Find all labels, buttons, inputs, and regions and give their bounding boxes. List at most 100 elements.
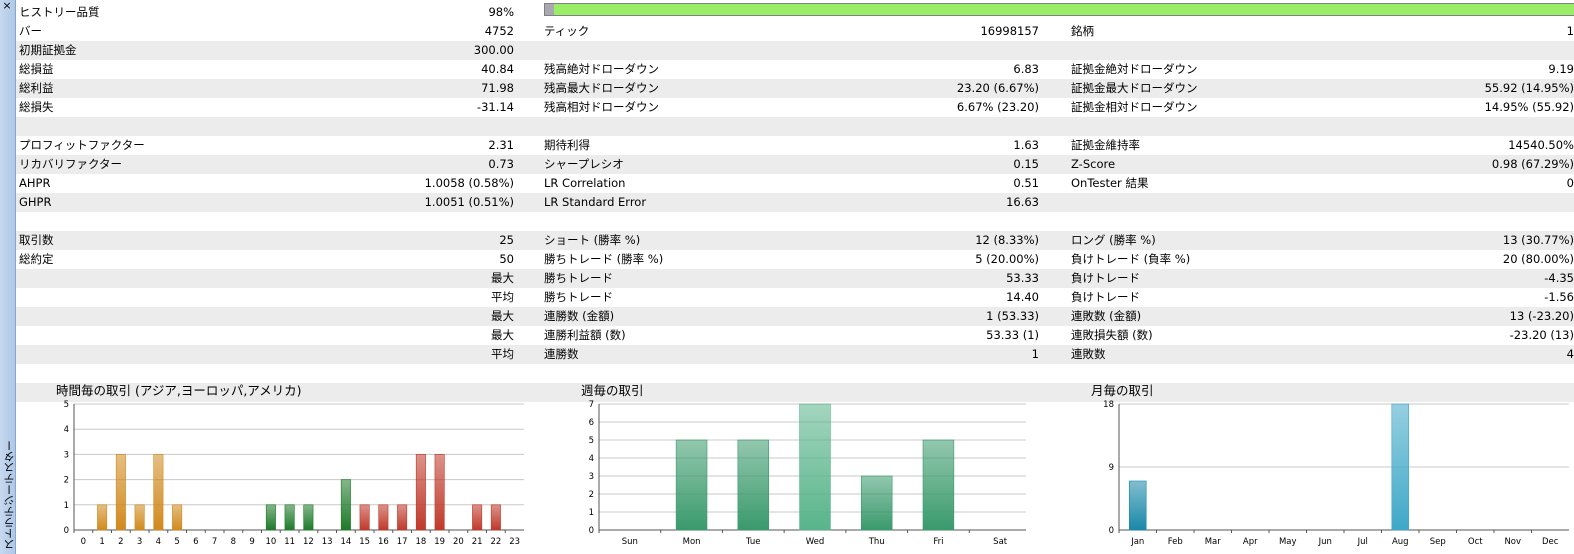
chart-svg: 0 9 18 Jan Feb Mar Apr May Jun Jul Aug Sep Oct Nov Dec	[1103, 400, 1569, 547]
stats-row: 最大 連勝数 (金額) 1 (53.33) 連敗数 (金額) 13 (-23.20)	[16, 307, 1574, 326]
label-col1: 総約定	[19, 252, 54, 266]
quality-label: ヒストリー品質	[19, 5, 100, 19]
y-tick-label: 1	[64, 501, 69, 511]
label-col2: ティック	[544, 24, 590, 38]
bar	[415, 454, 426, 531]
stats-row: 最大 連勝利益額 (数) 53.33 (1) 連敗損失額 (数) -23.20 (13)	[16, 326, 1574, 345]
bar	[675, 439, 708, 531]
chart-svg: 0 1 2 3 4 5 6 7 Sun Mon Tue Wed Thu Fri Sat	[589, 400, 1026, 547]
value-col3: 9.19	[1548, 62, 1574, 76]
label-col1: 取引数	[19, 233, 54, 247]
bar	[1129, 480, 1147, 531]
y-tick-label: 4	[64, 425, 69, 435]
bar	[97, 504, 108, 531]
stats-row: 総損益 40.84 残高絶対ドローダウン 6.83 証拠金絶対ドローダウン 9.19	[16, 60, 1574, 79]
bar	[172, 504, 183, 531]
label-col3: 連敗数 (金額)	[1071, 309, 1142, 323]
bar	[359, 504, 370, 531]
bar	[397, 504, 408, 531]
bar	[153, 454, 164, 531]
x-tick-label: 19	[434, 537, 445, 547]
value-col2: 16998157	[980, 24, 1039, 38]
quality-value: 98%	[488, 5, 514, 19]
stats-table: ヒストリー品質 98% バー 4752 ティック 16998157 銘柄 1 初期証拠金 30…	[16, 3, 1574, 402]
label-col3: 銘柄	[1071, 24, 1094, 38]
x-tick-label: Jul	[1357, 537, 1368, 547]
value-col3: -23.20 (13)	[1509, 328, 1574, 342]
y-tick-label: 0	[1109, 526, 1114, 536]
stats-row: 平均 連勝数 1 連敗数 4	[16, 345, 1574, 364]
stats-row	[16, 212, 1574, 231]
bar	[472, 504, 483, 531]
label-col2: シャープレシオ	[544, 157, 624, 171]
value-col3: 14540.50%	[1508, 138, 1574, 152]
value-col2: 53.33	[1006, 271, 1039, 285]
x-tick-label: 22	[490, 537, 501, 547]
stats-row: 取引数 25 ショート (勝率 %) 12 (8.33%) ロング (勝率 %) 13 (…	[16, 231, 1574, 250]
y-tick-label: 18	[1103, 400, 1114, 410]
value-col1: -31.14	[476, 100, 514, 114]
x-tick-label: May	[1279, 537, 1297, 547]
bar	[340, 479, 351, 531]
bar	[922, 439, 955, 531]
value-col2: 16.63	[1006, 195, 1039, 209]
value-col1: 4752	[484, 24, 514, 38]
stats-row: 平均 勝ちトレード 14.40 負けトレード -1.56	[16, 288, 1574, 307]
label-col2: 勝ちトレード	[544, 271, 613, 285]
stats-row: 総利益 71.98 残高最大ドローダウン 23.20 (6.67%) 証拠金最大ドローダ…	[16, 79, 1574, 98]
value-col1: 71.98	[481, 81, 514, 95]
label-col1: バー	[19, 24, 42, 38]
y-tick-label: 6	[589, 418, 594, 428]
value-col2: 6.83	[1013, 62, 1039, 76]
x-tick-label: Wed	[806, 537, 825, 547]
bar	[737, 439, 770, 531]
value-col1: 1.0058 (0.58%)	[424, 176, 514, 190]
x-tick-label: 0	[81, 537, 86, 547]
value-col2: 0.15	[1013, 157, 1039, 171]
x-tick-label: Dec	[1542, 537, 1559, 547]
strategy-tester-sidebar: × ストラテジーテスター	[0, 0, 16, 554]
x-tick-label: 5	[174, 537, 179, 547]
x-tick-label: 20	[453, 537, 464, 547]
stats-row: リカバリファクター 0.73 シャープレシオ 0.15 Z-Score 0.98 (67.…	[16, 155, 1574, 174]
y-tick-label: 3	[589, 472, 594, 482]
bar	[434, 454, 445, 531]
x-tick-label: 7	[212, 537, 217, 547]
monthly-trades-chart: 月毎の取引 0 9 18 Jan Feb Mar Apr May Jun Jul Aug Sep Oct…	[1091, 380, 1569, 554]
x-tick-label: 6	[193, 537, 198, 547]
x-tick-label: 16	[378, 537, 389, 547]
bar	[799, 403, 831, 531]
x-tick-label: Jan	[1130, 537, 1144, 547]
value-col3: 13 (30.77%)	[1502, 233, 1574, 247]
value-col1: 最大	[491, 328, 514, 342]
value-col3: 4	[1566, 347, 1574, 361]
value-col3: -4.35	[1544, 271, 1574, 285]
bar	[490, 504, 501, 531]
value-col1: 300.00	[473, 43, 514, 57]
label-col2: LR Correlation	[544, 176, 626, 190]
value-col3: 1	[1566, 24, 1574, 38]
value-col2: 1.63	[1013, 138, 1039, 152]
weekly-trades-chart: 週毎の取引 0 1 2 3 4 5 6 7 Sun Mon Tue Wed Thu Fri Sat	[581, 380, 1026, 554]
value-col1: 平均	[491, 347, 514, 361]
label-col3: 証拠金絶対ドローダウン	[1071, 62, 1198, 76]
value-col1: 2.31	[488, 138, 514, 152]
y-tick-label: 5	[589, 436, 594, 446]
x-tick-label: 10	[265, 537, 276, 547]
value-col1: 0.73	[488, 157, 514, 171]
report-panel: ヒストリー品質 98% バー 4752 ティック 16998157 銘柄 1 初期証拠金 30…	[16, 0, 1574, 554]
value-col3: 13 (-23.20)	[1509, 309, 1574, 323]
y-tick-label: 4	[589, 454, 594, 464]
y-tick-label: 0	[589, 526, 594, 536]
label-col2: 連勝利益額 (数)	[544, 328, 626, 342]
label-col2: LR Standard Error	[544, 195, 647, 209]
value-col3: 0.98 (67.29%)	[1491, 157, 1574, 171]
bar	[284, 504, 295, 531]
y-tick-label: 1	[589, 508, 594, 518]
label-col1: リカバリファクター	[19, 157, 123, 171]
value-col2: 6.67% (23.20)	[956, 100, 1039, 114]
value-col1: 1.0051 (0.51%)	[424, 195, 514, 209]
chart-svg: 0123450 1 2 3 4 5 6 7 8 9 10 11 12 13 14 15 16 17 18 19 20 21…	[64, 400, 524, 547]
value-col3: -1.56	[1544, 290, 1574, 304]
close-icon[interactable]: ×	[1, 0, 13, 12]
